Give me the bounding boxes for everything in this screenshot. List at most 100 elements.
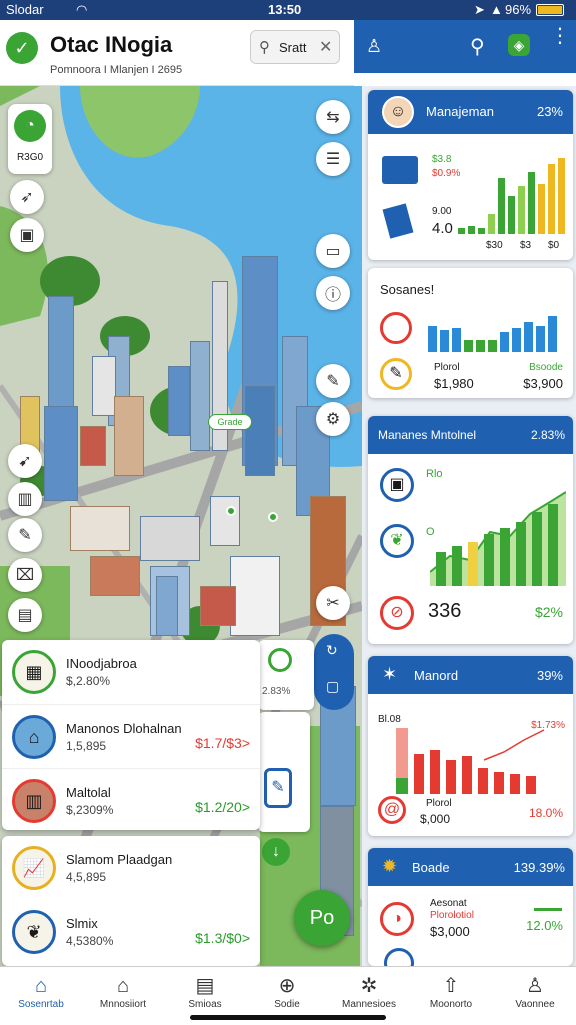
building-icon: ▥ bbox=[12, 779, 56, 823]
progress-ring-icon bbox=[384, 948, 414, 966]
list-item[interactable]: ❦ Slmix 4,5380% $1.3/$0> bbox=[2, 900, 260, 964]
battery-percent: 96% bbox=[505, 2, 532, 17]
sales-card[interactable]: Sosanes! ✎ Plorol $1,980 Bsoode $3,900 bbox=[368, 268, 573, 398]
save-icon[interactable]: ▭ bbox=[316, 234, 350, 268]
mini-card[interactable]: 2.83% bbox=[258, 640, 314, 710]
list-item[interactable]: 📈 Slamom Plaadgan 4,5,895 bbox=[2, 836, 260, 900]
nav-label: Vaonnee bbox=[515, 999, 555, 1010]
card-pct: $2% bbox=[534, 604, 563, 620]
search-input[interactable]: ⚲ Sratt ✕ bbox=[250, 30, 340, 64]
slash-icon: ⊘ bbox=[380, 596, 414, 630]
zoom-control[interactable]: ↻ ▢ bbox=[314, 634, 354, 710]
list-item-title: Maltolal bbox=[66, 785, 111, 800]
book-icon bbox=[382, 203, 414, 239]
card-value: $1,980 bbox=[434, 376, 474, 391]
management-chart-card[interactable]: Mananes Mntolnel 2.83% ▣ ❦ ⊘ Rlo O 336 $… bbox=[368, 416, 573, 644]
nav-item-profile[interactable]: ♙ Vaonnee bbox=[494, 967, 576, 1025]
axis-label: $30 bbox=[486, 240, 503, 251]
rotate-icon[interactable]: ↻ bbox=[326, 642, 338, 659]
card-value: 336 bbox=[428, 600, 462, 622]
list-item[interactable]: ▥ Maltolal $,2309% $1.2/20> bbox=[2, 768, 260, 832]
nav-item-properties[interactable]: ⌂ Mnnosiiort bbox=[82, 967, 164, 1025]
building-icon[interactable]: ▥ bbox=[8, 482, 42, 516]
layers-icon[interactable]: ☰ bbox=[316, 142, 350, 176]
page-title: Otac INogia bbox=[50, 32, 173, 57]
tools-icon[interactable]: ✂ bbox=[316, 586, 350, 620]
list-item-change: $1.3/$0> bbox=[195, 930, 250, 946]
list-item-title: INoodjabroa bbox=[66, 656, 137, 671]
bar-line-chart bbox=[396, 728, 545, 794]
search-icon[interactable]: ⚲ bbox=[470, 34, 485, 59]
card-label: Plorol bbox=[426, 798, 452, 809]
pointer-icon[interactable]: ➹ bbox=[8, 444, 42, 478]
card-pct: 18.0% bbox=[528, 806, 563, 820]
card-label: 9.00 bbox=[432, 206, 452, 217]
card-title: Sosanes! bbox=[380, 282, 435, 297]
carrier-label: Slodar bbox=[6, 2, 44, 17]
card-header: Mananes Mntolnel 2.83% bbox=[368, 416, 573, 454]
route-icon[interactable]: ⇆ bbox=[316, 100, 350, 134]
list-item-change: $1.7/$3> bbox=[195, 735, 250, 751]
list-item[interactable]: ▦ INoodjabroa $,2.80% bbox=[2, 640, 260, 704]
card-label: $3.8 bbox=[432, 154, 452, 165]
card-pct: 12.0% bbox=[526, 918, 563, 933]
status-bar: Slodar ◠ 13:50 ➤ ▲ 96% bbox=[0, 0, 576, 20]
tool-icon: ✎ bbox=[380, 358, 412, 390]
app-header: ✓ Otac INogia Pomnoora I Mlanjen I 2695 … bbox=[0, 20, 354, 86]
spiral-icon: @ bbox=[378, 796, 406, 824]
folder-icon: ▣ bbox=[380, 468, 414, 502]
pen-icon[interactable]: ✎ bbox=[8, 518, 42, 552]
card-label: Bsoode bbox=[529, 362, 563, 373]
star-icon: ✶ bbox=[382, 664, 398, 684]
manager-card[interactable]: ✶ Manord 39% Bl.08 $1.73% @ Plorol $,000… bbox=[368, 656, 573, 836]
card-label: Plorolotiol bbox=[430, 910, 474, 921]
card-value: $3,000 bbox=[430, 924, 470, 939]
primary-fab[interactable]: Po bbox=[294, 890, 350, 946]
user-avatar: ☺ bbox=[382, 96, 414, 128]
navigation-icon[interactable]: ➶ bbox=[10, 180, 44, 214]
left-badge: R3G0 bbox=[16, 152, 44, 163]
nav-item-home[interactable]: ⌂ Sosenrtab bbox=[0, 967, 82, 1025]
gear-icon: ✹ bbox=[382, 856, 398, 876]
nav-label: Sodie bbox=[274, 999, 300, 1010]
settings-icon[interactable]: ⚙ bbox=[316, 402, 350, 436]
mini-card[interactable]: ✎ bbox=[258, 712, 310, 832]
compass-icon: ◔ bbox=[14, 110, 46, 142]
management-card[interactable]: ☺ Manajeman 23% $3.8 $0.9% 9.00 4.0 $30 … bbox=[368, 90, 573, 260]
axis-label: $3 bbox=[520, 240, 532, 251]
board-card[interactable]: ✹ Boade 139.39% ◑ Aesonat Plorolotiol $3… bbox=[368, 848, 573, 966]
download-icon[interactable]: ↓ bbox=[262, 838, 290, 866]
shield-icon[interactable]: ◈ bbox=[508, 34, 530, 56]
edit-icon[interactable]: ✎ bbox=[316, 364, 350, 398]
area-chart bbox=[430, 491, 566, 586]
list-item-value: 1,5,895 bbox=[66, 739, 107, 753]
card-value: $,000 bbox=[420, 812, 451, 826]
map-marker[interactable] bbox=[226, 506, 236, 516]
bar-chart bbox=[428, 296, 566, 352]
city-map[interactable]: Grade ◔ R3G0 ➶ ▣ ➹ ▥ ✎ ⌧ ▤ ⇆ ☰ ▭ ⓘ ✎ ⚙ ✂… bbox=[0, 86, 362, 966]
chart-icon[interactable]: ▤ bbox=[8, 598, 42, 632]
person-icon: ♙ bbox=[526, 975, 544, 997]
photo-icon[interactable]: ▣ bbox=[10, 218, 44, 252]
home-indicator bbox=[190, 1015, 386, 1020]
battery-icon bbox=[536, 4, 564, 16]
map-pin[interactable]: Grade bbox=[208, 414, 252, 430]
info-icon[interactable]: ⓘ bbox=[316, 276, 350, 310]
list-item-change: $1.2/20> bbox=[195, 799, 250, 815]
frame-icon[interactable]: ▢ bbox=[326, 678, 339, 695]
card-pct: 39% bbox=[536, 668, 563, 683]
map-marker[interactable] bbox=[268, 512, 278, 522]
clear-search-icon[interactable]: ✕ bbox=[319, 37, 332, 57]
dashboard-panel: ☺ Manajeman 23% $3.8 $0.9% 9.00 4.0 $30 … bbox=[362, 86, 576, 966]
user-icon[interactable]: ♙ bbox=[366, 36, 382, 57]
location-card[interactable]: ◔ R3G0 bbox=[8, 104, 52, 174]
list-item[interactable]: ⌂ Manonos Dlohalnan 1,5,895 $1.7/$3> bbox=[2, 704, 260, 768]
plus-circle-icon: ⊕ bbox=[278, 975, 296, 997]
signal-icon: ▲ bbox=[490, 2, 503, 17]
nav-item-notifications[interactable]: ⇧ Moonorto bbox=[410, 967, 492, 1025]
document-icon: ▤ bbox=[195, 975, 215, 997]
nav-label: Moonorto bbox=[429, 999, 473, 1010]
more-menu-icon[interactable]: ⋮ bbox=[550, 26, 570, 46]
progress-ring-icon bbox=[268, 648, 292, 672]
trash-icon[interactable]: ⌧ bbox=[8, 558, 42, 592]
